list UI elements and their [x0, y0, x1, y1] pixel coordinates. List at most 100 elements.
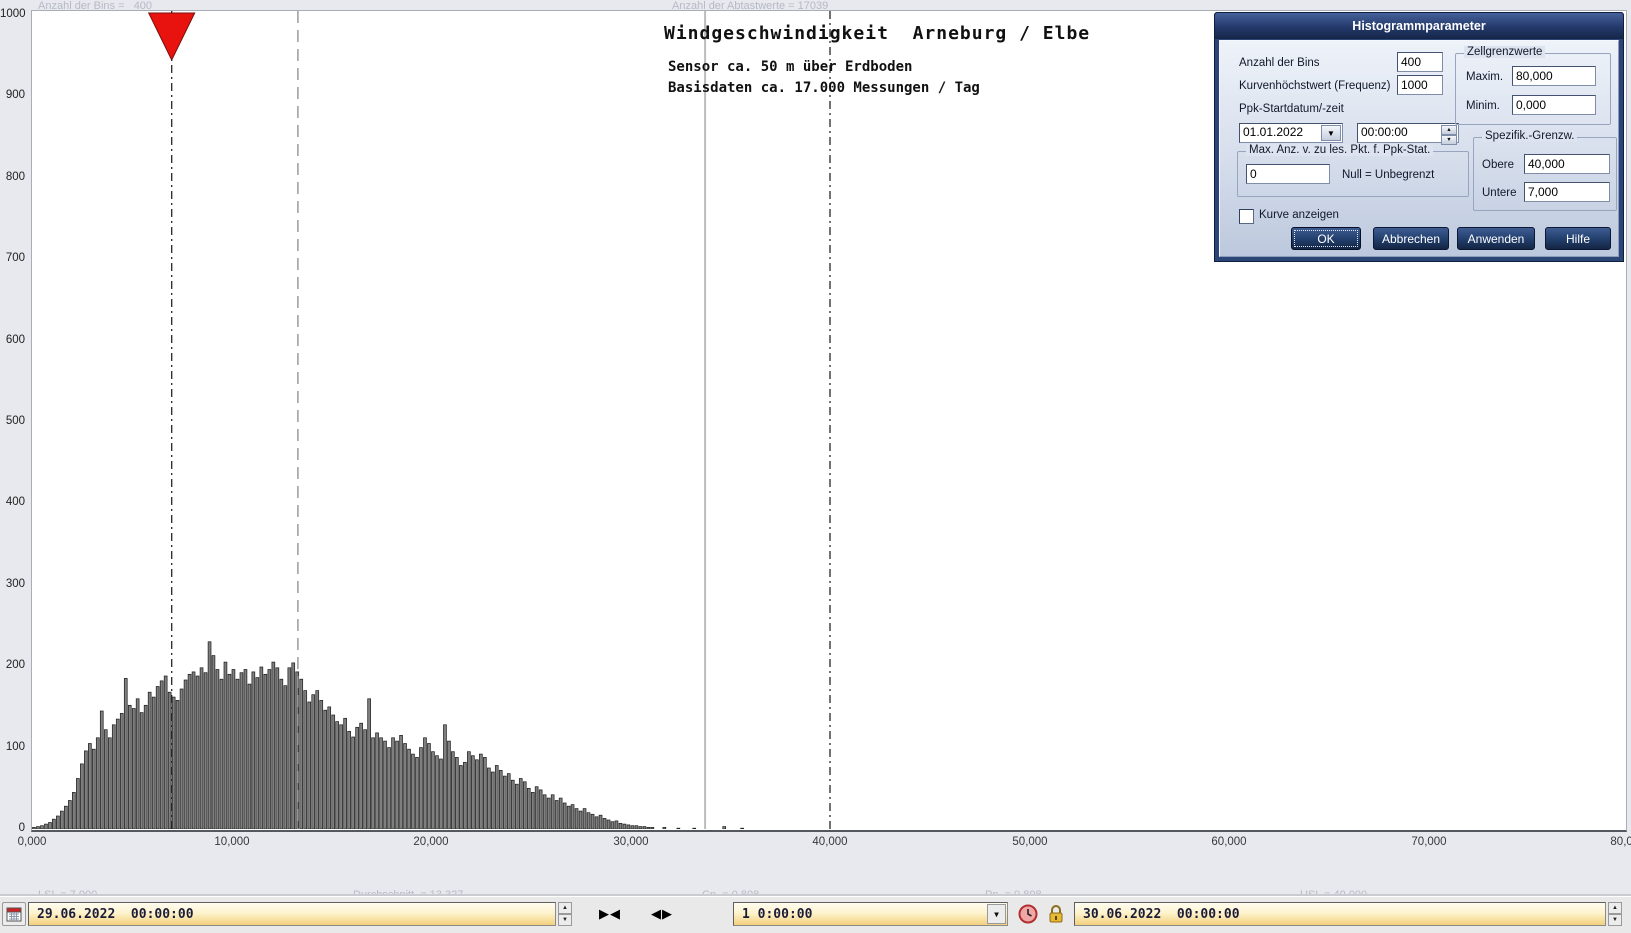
ppk-date-combobox[interactable]: 01.01.2022 ▼ — [1239, 123, 1343, 143]
ppk-time-spinner-field[interactable]: 00:00:00 ▲ ▼ — [1357, 123, 1459, 143]
chart-subtitle-basisdaten: Basisdaten ca. 17.000 Messungen / Tag — [668, 80, 980, 96]
minim-input[interactable] — [1512, 95, 1596, 115]
histogram-bar — [236, 679, 239, 829]
show-curve-label: Kurve anzeigen — [1259, 209, 1339, 221]
histogram-bar — [112, 725, 115, 829]
histogram-bar — [643, 827, 646, 829]
spinner-up-icon[interactable]: ▲ — [558, 902, 572, 914]
end-datetime-field[interactable]: 30.06.2022 00:00:00 — [1074, 902, 1606, 926]
y-tick-label: 500 — [0, 415, 25, 427]
spinner-down-icon[interactable]: ▼ — [558, 914, 572, 926]
max-points-group-label: Max. Anz. v. zu les. Pkt. f. Ppk-Stat. — [1246, 144, 1433, 156]
curve-max-input[interactable] — [1397, 75, 1443, 95]
apply-button[interactable]: Anwenden — [1457, 227, 1535, 250]
spinner-up-icon[interactable]: ▲ — [1441, 125, 1457, 135]
expand-range-button[interactable]: ◀▶ — [640, 902, 684, 926]
histogram-bar — [49, 823, 52, 830]
start-datetime-spinner[interactable]: ▲ ▼ — [558, 902, 572, 926]
upper-limit-input[interactable] — [1524, 154, 1610, 174]
y-tick-label: 300 — [0, 578, 25, 590]
x-tick-label: 40,000 — [800, 836, 860, 848]
end-datetime-spinner[interactable]: ▲ ▼ — [1608, 902, 1622, 926]
histogram-bar — [340, 725, 343, 829]
ok-button[interactable]: OK — [1291, 227, 1361, 250]
interval-combobox[interactable]: 1 0:00:00 ▼ — [733, 902, 1008, 926]
histogram-bar — [264, 674, 267, 829]
bins-input[interactable] — [1397, 52, 1443, 72]
y-tick-label: 600 — [0, 334, 25, 346]
help-button[interactable]: Hilfe — [1545, 227, 1611, 250]
histogram-bar — [499, 770, 502, 829]
histogram-bar — [444, 725, 447, 829]
histogram-bar — [104, 730, 107, 829]
histogram-bar — [188, 674, 191, 829]
histogram-bar — [272, 662, 275, 829]
histogram-bar — [392, 738, 395, 829]
lower-limit-label: Untere — [1482, 187, 1517, 199]
histogram-bar — [220, 679, 223, 829]
histogram-bar — [92, 749, 95, 829]
spec-limits-group: Spezifik.-Grenzw. Obere Untere — [1473, 137, 1617, 211]
histogram-bar — [607, 820, 610, 829]
spec-limits-group-label: Spezifik.-Grenzw. — [1482, 130, 1577, 142]
x-tick-label: 60,000 — [1199, 836, 1259, 848]
dialog-title-bar[interactable]: Histogrammparameter — [1215, 13, 1623, 39]
histogram-bar — [368, 699, 371, 829]
histogram-bar — [595, 817, 598, 829]
time-spinner[interactable]: ▲ ▼ — [1441, 125, 1457, 141]
histogram-bar — [467, 752, 470, 829]
histogram-bar — [479, 754, 482, 829]
histogram-bar — [677, 828, 680, 829]
histogram-bar — [471, 756, 474, 829]
lock-button[interactable] — [1044, 902, 1068, 926]
clock-button[interactable] — [1016, 902, 1040, 926]
histogram-bar — [136, 699, 139, 829]
histogram-bar — [348, 731, 351, 829]
start-datetime-field[interactable]: 29.06.2022 00:00:00 — [28, 902, 556, 926]
histogram-bar — [200, 668, 203, 829]
max-points-group: Max. Anz. v. zu les. Pkt. f. Ppk-Stat. N… — [1237, 151, 1469, 197]
lower-limit-input[interactable] — [1524, 182, 1610, 202]
dropdown-arrow-icon[interactable]: ▼ — [987, 904, 1006, 924]
histogram-bar — [284, 686, 287, 829]
histogram-bar — [503, 776, 506, 829]
histogram-bar — [635, 826, 638, 829]
spinner-down-icon[interactable]: ▼ — [1608, 914, 1622, 926]
histogram-bar — [116, 719, 119, 829]
histogram-bar — [144, 705, 147, 829]
histogram-bar — [543, 795, 546, 829]
spinner-down-icon[interactable]: ▼ — [1441, 135, 1457, 145]
histogram-bar — [651, 827, 654, 829]
histogram-bar — [611, 822, 614, 829]
histogram-bar — [575, 809, 578, 829]
y-axis-labels: 01002003004005006007008009001000 — [0, 11, 27, 833]
histogram-bar — [693, 828, 696, 829]
maxim-input[interactable] — [1512, 66, 1596, 86]
histogram-bar — [631, 826, 634, 829]
histogram-bar — [567, 806, 570, 829]
cell-limits-group: Zellgrenzwerte Maxim. Minim. — [1455, 53, 1611, 125]
snap-range-together-button[interactable]: ▶◀ — [588, 902, 632, 926]
show-curve-checkbox[interactable] — [1239, 209, 1254, 224]
y-tick-label: 100 — [0, 741, 25, 753]
histogram-bar — [741, 828, 744, 829]
calendar-button[interactable] — [2, 902, 26, 926]
max-points-input[interactable] — [1246, 164, 1330, 184]
spinner-up-icon[interactable]: ▲ — [1608, 902, 1622, 914]
histogram-bar — [416, 757, 419, 829]
histogram-bar — [320, 700, 323, 829]
histogram-bar — [308, 702, 311, 829]
histogram-bar — [76, 779, 79, 830]
histogram-bar — [547, 798, 550, 829]
histogram-bar — [332, 715, 335, 829]
dropdown-arrow-icon[interactable]: ▼ — [1321, 125, 1341, 141]
histogram-bar — [523, 782, 526, 829]
histogram-bar — [424, 738, 427, 829]
histogram-bar — [515, 784, 518, 829]
histogram-bar — [140, 713, 143, 829]
x-tick-label: 70,000 — [1399, 836, 1459, 848]
y-tick-label: 200 — [0, 659, 25, 671]
histogram-bar — [475, 760, 478, 829]
histogram-bar — [204, 673, 207, 829]
cancel-button[interactable]: Abbrechen — [1373, 227, 1449, 250]
